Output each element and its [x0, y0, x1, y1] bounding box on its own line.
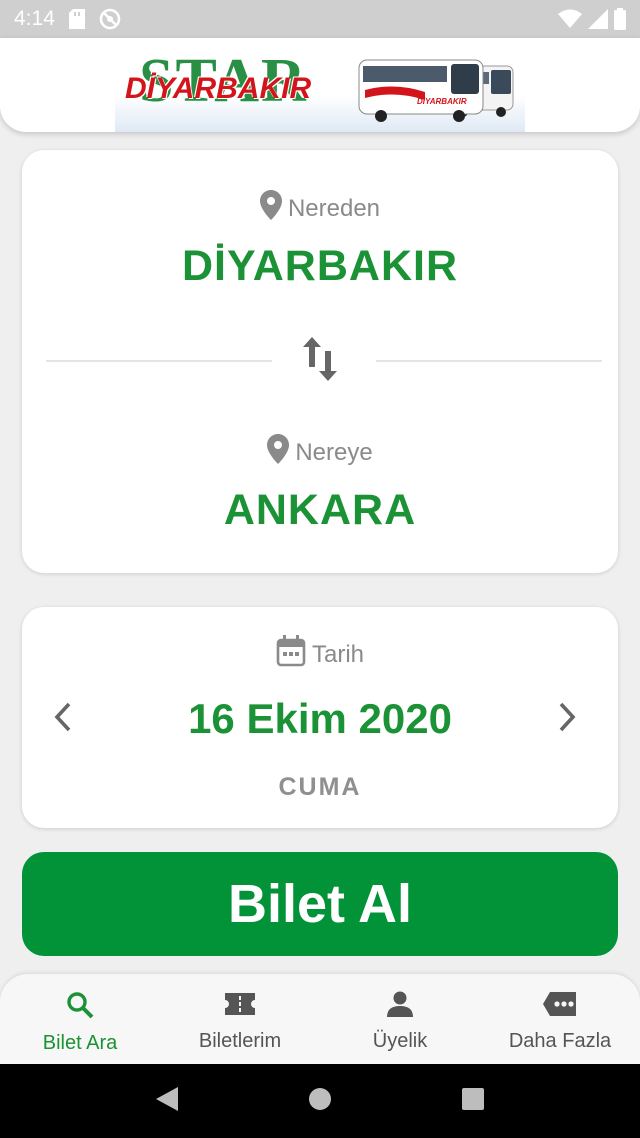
nav-label-uyelik: Üyelik: [372, 1030, 428, 1052]
to-field[interactable]: Nereye: [22, 434, 618, 471]
calendar-icon: [276, 635, 306, 674]
location-pin-icon: [267, 434, 290, 471]
selected-date[interactable]: 16 Ekim 2020: [22, 695, 618, 743]
from-field[interactable]: Nereden: [22, 190, 618, 227]
home-button[interactable]: [300, 1081, 340, 1121]
bottom-navigation: Bilet Ara Biletlerim Üyelik Daha Fazla: [0, 974, 640, 1064]
next-day-button[interactable]: [548, 697, 588, 741]
system-navigation-bar: [0, 1064, 640, 1138]
buy-ticket-button[interactable]: Bilet Al: [22, 852, 618, 956]
location-pin-icon: [259, 190, 282, 227]
nav-label-biletlerim: Biletlerim: [198, 1030, 282, 1052]
back-button[interactable]: [147, 1081, 187, 1121]
search-icon: [65, 990, 95, 1026]
banner-city-text: DİYARBAKIR: [125, 72, 312, 105]
battery-icon: [614, 8, 626, 30]
signal-icon: [588, 9, 608, 29]
status-time: 4:14: [14, 7, 55, 30]
from-city[interactable]: DİYARBAKIR: [22, 242, 618, 291]
nav-item-biletlerim[interactable]: Biletlerim: [160, 974, 320, 1064]
date-field[interactable]: Tarih: [22, 635, 618, 674]
divider-left: [46, 360, 272, 362]
svg-text:DİYARBAKIR: DİYARBAKIR: [417, 97, 467, 106]
brand-banner: STAR DİYARBAKIR DİYARBAKIR: [115, 50, 525, 132]
bus-illustration: DİYARBAKIR: [355, 56, 515, 127]
app-header: STAR DİYARBAKIR DİYARBAKIR: [0, 38, 640, 132]
to-label: Nereye: [295, 438, 373, 466]
nav-label-daha-fazla: Daha Fazla: [508, 1030, 612, 1052]
ticket-icon: [223, 990, 257, 1024]
do-not-disturb-icon: [99, 8, 121, 30]
nav-label-bilet-ara: Bilet Ara: [42, 1032, 118, 1054]
more-chat-icon: [542, 990, 578, 1024]
swap-vertical-icon: [301, 335, 339, 388]
nav-item-uyelik[interactable]: Üyelik: [320, 974, 480, 1064]
back-triangle-icon: [154, 1085, 180, 1118]
divider-right: [376, 360, 602, 362]
date-card: Tarih 16 Ekim 2020 CUMA: [22, 607, 618, 828]
from-label: Nereden: [287, 194, 381, 222]
home-circle-icon: [308, 1087, 332, 1116]
recents-button[interactable]: [453, 1081, 493, 1121]
swap-route-button[interactable]: [300, 336, 340, 386]
selected-day: CUMA: [278, 773, 362, 801]
sd-card-icon: [68, 9, 85, 29]
nav-item-daha-fazla[interactable]: Daha Fazla: [480, 974, 640, 1064]
recents-square-icon: [461, 1087, 485, 1116]
wifi-icon: [558, 9, 582, 29]
person-icon: [386, 990, 414, 1024]
date-label: Tarih: [311, 640, 365, 668]
chevron-right-icon: [558, 701, 578, 738]
to-city[interactable]: ANKARA: [22, 486, 618, 535]
route-card: Nereden DİYARBAKIR Nereye ANKARA: [22, 150, 618, 573]
nav-item-bilet-ara[interactable]: Bilet Ara: [0, 974, 160, 1064]
status-bar: 4:14: [0, 0, 640, 38]
